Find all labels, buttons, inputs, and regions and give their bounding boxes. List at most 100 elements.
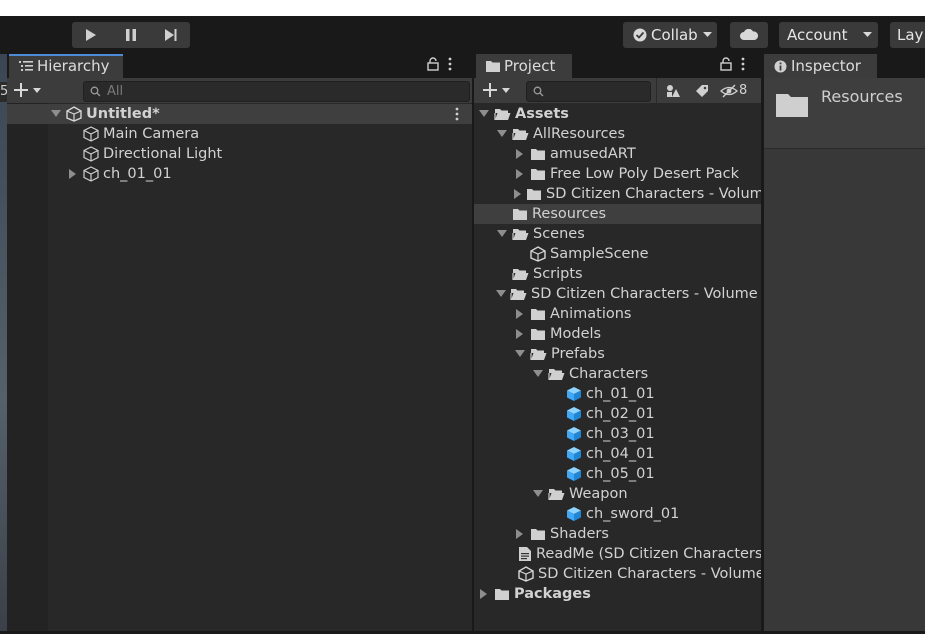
project-search-input[interactable]: [526, 81, 651, 102]
project-tree-item-label: Packages: [514, 586, 591, 602]
pause-icon: [126, 29, 136, 41]
collapsed-arrow-icon[interactable]: [514, 328, 526, 340]
folder-open-icon: [548, 488, 565, 501]
hierarchy-item[interactable]: ch_01_01: [67, 164, 172, 184]
account-button[interactable]: Account: [779, 22, 878, 48]
project-tree-item[interactable]: SD Citizen Characters - Volume 1: [474, 284, 761, 304]
project-tree-item[interactable]: ch_02_01: [474, 404, 761, 424]
project-tree-item[interactable]: AllResources: [474, 124, 761, 144]
hierarchy-panel: Hierarchy All Untitled* Main Camera Dire…: [7, 54, 472, 634]
project-tree-item[interactable]: Scripts: [474, 264, 761, 284]
window-top-strip: [0, 0, 925, 16]
project-tree-item[interactable]: ch_05_01: [474, 464, 761, 484]
folder-open-icon: [494, 108, 511, 121]
gameobject-cube-icon: [83, 126, 99, 142]
unity-scene-icon: [530, 246, 546, 262]
expand-arrow-icon[interactable]: [50, 108, 62, 120]
cloud-icon: [740, 29, 758, 40]
project-tree-item[interactable]: Assets: [474, 104, 761, 124]
expand-arrow-icon[interactable]: [478, 108, 490, 120]
lock-icon[interactable]: [720, 57, 732, 71]
project-tree-item[interactable]: SD Citizen Characters - Volume 1: [474, 564, 761, 584]
hierarchy-item[interactable]: Main Camera: [83, 124, 199, 144]
dropdown-arrow-icon: [862, 32, 872, 37]
play-button[interactable]: [72, 22, 110, 48]
hierarchy-search-input[interactable]: All: [83, 81, 470, 102]
more-options-icon[interactable]: [447, 57, 453, 71]
project-tree-item[interactable]: Models: [474, 324, 761, 344]
tab-hierarchy[interactable]: Hierarchy: [9, 54, 123, 78]
pause-button[interactable]: [112, 22, 150, 48]
project-tree-item[interactable]: Scenes: [474, 224, 761, 244]
account-label: Account: [787, 26, 848, 44]
project-tree-item-label: Characters: [569, 366, 649, 382]
expand-arrow-icon[interactable]: [496, 228, 508, 240]
project-tree-item[interactable]: Prefabs: [474, 344, 761, 364]
collapsed-arrow-icon[interactable]: [514, 308, 526, 320]
hierarchy-item[interactable]: Directional Light: [83, 144, 222, 164]
inspector-tabbar: Inspector: [764, 54, 925, 78]
search-by-label-button[interactable]: [688, 78, 716, 103]
cloud-button[interactable]: [730, 22, 768, 48]
prefab-cube-icon: [566, 426, 582, 442]
project-tree-item[interactable]: amusedART: [474, 144, 761, 164]
folder-icon: [776, 94, 808, 117]
project-tree-item[interactable]: Characters: [474, 364, 761, 384]
hierarchy-item-label: ch_01_01: [103, 166, 172, 182]
collapsed-arrow-icon[interactable]: [514, 528, 526, 540]
project-tree-item[interactable]: Resources: [474, 204, 761, 224]
expand-arrow-icon[interactable]: [532, 488, 544, 500]
create-dropdown[interactable]: [13, 82, 41, 98]
project-tree-item[interactable]: SampleScene: [474, 244, 761, 264]
step-button[interactable]: [152, 22, 190, 48]
project-tree-item[interactable]: Animations: [474, 304, 761, 324]
collapsed-arrow-icon[interactable]: [67, 168, 79, 180]
project-tree-item[interactable]: Weapon: [474, 484, 761, 504]
collapsed-arrow-icon[interactable]: [514, 148, 526, 160]
project-tree-item[interactable]: ch_01_01: [474, 384, 761, 404]
project-tree-item[interactable]: ch_04_01: [474, 444, 761, 464]
tab-project[interactable]: Project: [476, 54, 572, 78]
project-tree-item[interactable]: Packages: [474, 584, 761, 604]
hidden-packages-toggle[interactable]: 8: [720, 78, 761, 103]
hierarchy-item-label: Directional Light: [103, 146, 223, 162]
project-tree-item-label: ch_01_01: [586, 386, 655, 402]
project-tree-item-label: Free Low Poly Desert Pack: [550, 166, 740, 182]
prefab-cube-icon: [566, 506, 582, 522]
expand-arrow-icon[interactable]: [514, 348, 526, 360]
project-tree-item-label: ch_03_01: [586, 426, 655, 442]
scene-label: Untitled*: [86, 106, 160, 122]
scene-menu-icon[interactable]: [454, 107, 460, 121]
project-tree-item[interactable]: Free Low Poly Desert Pack: [474, 164, 761, 184]
scene-view-edge: [0, 54, 7, 634]
project-tree-item-label: Weapon: [569, 486, 628, 502]
layers-button[interactable]: Lay: [890, 22, 925, 48]
search-by-type-button[interactable]: [656, 78, 689, 103]
folder-icon: [512, 208, 528, 221]
prefab-cube-icon: [566, 446, 582, 462]
more-options-icon[interactable]: [740, 57, 746, 71]
project-tree-item[interactable]: SD Citizen Characters - Volume 1: [474, 184, 761, 204]
project-tree-item[interactable]: ch_sword_01: [474, 504, 761, 524]
project-tree-item[interactable]: ReadMe (SD Citizen Characters): [474, 544, 761, 564]
collapsed-arrow-icon[interactable]: [478, 588, 490, 600]
tab-project-label: Project: [504, 57, 556, 75]
folder-icon: [530, 308, 546, 321]
prefab-cube-icon: [566, 406, 582, 422]
folder-icon: [530, 148, 546, 161]
collab-button[interactable]: Collab: [623, 22, 717, 48]
collapsed-arrow-icon[interactable]: [514, 168, 526, 180]
project-tree-item[interactable]: ch_03_01: [474, 424, 761, 444]
hierarchy-tabbar: Hierarchy: [7, 54, 472, 78]
create-dropdown[interactable]: [482, 82, 510, 98]
expand-arrow-icon[interactable]: [496, 288, 506, 300]
expand-arrow-icon[interactable]: [532, 368, 544, 380]
scene-row[interactable]: Untitled*: [7, 104, 472, 124]
collapsed-arrow-icon[interactable]: [514, 188, 522, 200]
inspector-title: Resources: [821, 87, 903, 106]
project-tree-item-label: Shaders: [550, 526, 609, 542]
expand-arrow-icon[interactable]: [496, 128, 508, 140]
project-tree-item[interactable]: Shaders: [474, 524, 761, 544]
tab-inspector[interactable]: Inspector: [764, 54, 877, 78]
lock-icon[interactable]: [427, 57, 439, 71]
